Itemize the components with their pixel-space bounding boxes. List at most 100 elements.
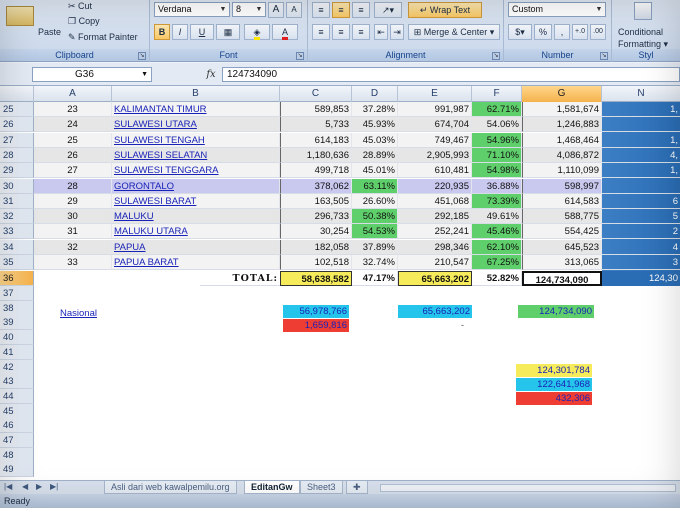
font-size-combo[interactable]: 8 ▼ [232, 2, 266, 17]
cell-g[interactable]: 4,086,872 [522, 148, 602, 163]
cut-button[interactable]: ✂ Cut [68, 0, 92, 12]
cell-a[interactable]: 26 [34, 148, 112, 163]
increase-decimal-icon[interactable]: +.0 [572, 24, 588, 40]
cell-n[interactable]: 1, [602, 133, 680, 148]
cell-e[interactable]: 749,467 [398, 133, 472, 148]
cell-n[interactable]: 1, [602, 163, 680, 178]
nasional-c38[interactable]: 56,978,766 [283, 305, 349, 318]
row-header[interactable]: 36 [0, 271, 34, 286]
cell-f[interactable]: 54.96% [472, 133, 522, 148]
row-header[interactable]: 43 [0, 374, 34, 389]
formula-input[interactable]: 124734090 [222, 67, 680, 82]
cell-f[interactable]: 45.46% [472, 224, 522, 239]
cell-c[interactable]: 5,733 [280, 117, 352, 132]
insert-function-button[interactable]: fx [202, 67, 220, 82]
cell-b[interactable]: GORONTALO [112, 179, 280, 194]
cell-d[interactable]: 45.93% [352, 117, 398, 132]
cell-a[interactable]: 32 [34, 240, 112, 255]
underline-button[interactable]: U [190, 24, 214, 40]
cell-f[interactable]: 62.10% [472, 240, 522, 255]
cell-e[interactable]: 674,704 [398, 117, 472, 132]
cell-a[interactable]: 25 [34, 133, 112, 148]
row-header[interactable]: 29 [0, 163, 34, 178]
horizontal-scrollbar[interactable] [380, 484, 676, 492]
cell-g[interactable]: 313,065 [522, 255, 602, 270]
cell-b[interactable]: SULAWESI SELATAN [112, 148, 280, 163]
cell-d[interactable]: 26.60% [352, 194, 398, 209]
cell-g[interactable]: 1,581,674 [522, 102, 602, 117]
row-header[interactable]: 48 [0, 448, 34, 463]
row-header[interactable]: 26 [0, 117, 34, 132]
cell-c[interactable]: 102,518 [280, 255, 352, 270]
cell-b[interactable]: SULAWESI UTARA [112, 117, 280, 132]
decrease-decimal-icon[interactable]: .00 [590, 24, 606, 40]
conditional-formatting-button[interactable]: Conditional Formatting ▾ [618, 26, 668, 50]
row-header[interactable]: 39 [0, 315, 34, 330]
cell-f[interactable]: 54.06% [472, 117, 522, 132]
row-header[interactable]: 47 [0, 433, 34, 448]
cell-n[interactable]: 2 [602, 224, 680, 239]
merge-center-button[interactable]: ⊞ Merge & Center ▾ [408, 24, 500, 40]
align-right-icon[interactable]: ≡ [352, 24, 370, 40]
row-header[interactable]: 45 [0, 404, 34, 419]
cell-g[interactable]: 645,523 [522, 240, 602, 255]
cell-d[interactable]: 45.01% [352, 163, 398, 178]
cell-e[interactable]: 210,547 [398, 255, 472, 270]
cell-g[interactable]: 614,583 [522, 194, 602, 209]
cell-b[interactable]: MALUKU [112, 209, 280, 224]
align-bottom-icon[interactable]: ≡ [352, 2, 370, 18]
cell-g[interactable]: 554,425 [522, 224, 602, 239]
first-sheet-icon[interactable]: |◀ [4, 482, 12, 491]
last-sheet-icon[interactable]: ▶| [50, 482, 58, 491]
row-header[interactable]: 34 [0, 240, 34, 255]
column-header-e[interactable]: E [398, 86, 472, 102]
row-header[interactable]: 46 [0, 418, 34, 433]
cell-f[interactable]: 71.10% [472, 148, 522, 163]
cell-b[interactable]: MALUKU UTARA [112, 224, 280, 239]
cell-d[interactable]: 28.89% [352, 148, 398, 163]
row-header[interactable]: 44 [0, 389, 34, 404]
cell-f[interactable]: 62.71% [472, 102, 522, 117]
shrink-font-button[interactable]: A [286, 2, 302, 18]
cell-b[interactable]: PAPUA [112, 240, 280, 255]
cell-c[interactable]: 1,180,636 [280, 148, 352, 163]
cell-d[interactable]: 32.74% [352, 255, 398, 270]
total-cell-d[interactable]: 47.17% [352, 271, 398, 286]
sheet-tab-sheet3[interactable]: Sheet3 [300, 481, 343, 494]
decrease-indent-icon[interactable]: ⇤ [374, 24, 388, 40]
cell-g[interactable]: 598,997 [522, 179, 602, 194]
cell-d[interactable]: 37.89% [352, 240, 398, 255]
orientation-button[interactable]: ↗▾ [374, 2, 402, 18]
row-header[interactable]: 27 [0, 133, 34, 148]
total-cell-g[interactable]: 124,734,090 [522, 271, 602, 286]
cell-d[interactable]: 50.38% [352, 209, 398, 224]
percent-button[interactable]: % [534, 24, 552, 40]
row-header[interactable]: 25 [0, 102, 34, 117]
cell-b[interactable]: PAPUA BARAT [112, 255, 280, 270]
align-top-icon[interactable]: ≡ [312, 2, 330, 18]
cell-f[interactable]: 54.98% [472, 163, 522, 178]
cell-e[interactable]: 252,241 [398, 224, 472, 239]
cell-b[interactable]: SULAWESI TENGAH [112, 133, 280, 148]
nasional-e39[interactable]: - [398, 319, 472, 332]
row-header[interactable]: 35 [0, 255, 34, 270]
format-painter-button[interactable]: ✎ Format Painter [68, 31, 138, 43]
cell-a[interactable]: 29 [34, 194, 112, 209]
cell-g44[interactable]: 432,306 [516, 392, 592, 405]
cell-g[interactable]: 1,246,883 [522, 117, 602, 132]
cell-e[interactable]: 991,987 [398, 102, 472, 117]
worksheet-grid[interactable]: 25 23 KALIMANTAN TIMUR 589,853 37.28% 991,987… [0, 102, 680, 480]
cell-c[interactable]: 182,058 [280, 240, 352, 255]
column-header-a[interactable]: A [34, 86, 112, 102]
clipboard-launcher-icon[interactable]: ↘ [138, 52, 146, 60]
cell-f[interactable]: 36.88% [472, 179, 522, 194]
row-header[interactable]: 31 [0, 194, 34, 209]
cell-e[interactable]: 298,346 [398, 240, 472, 255]
copy-button[interactable]: ❐ Copy [68, 15, 100, 27]
cell-c[interactable]: 30,254 [280, 224, 352, 239]
cell-e[interactable]: 292,185 [398, 209, 472, 224]
column-header-g[interactable]: G [522, 86, 602, 102]
cell-a[interactable]: 31 [34, 224, 112, 239]
cell-e[interactable]: 220,935 [398, 179, 472, 194]
number-format-combo[interactable]: Custom ▼ [508, 2, 606, 17]
